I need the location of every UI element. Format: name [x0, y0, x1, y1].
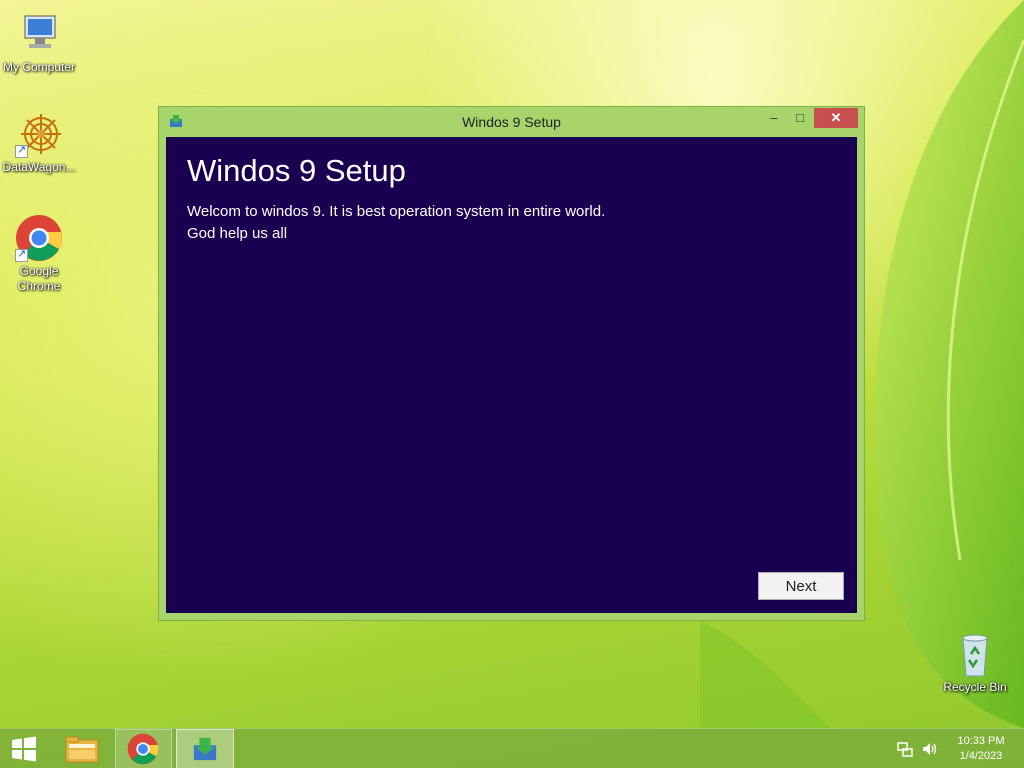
next-button[interactable]: Next: [758, 572, 844, 600]
setup-content: Windos 9 Setup Welcom to windos 9. It is…: [166, 137, 857, 613]
desktop-icon-datawagon[interactable]: DataWagon...: [0, 110, 78, 175]
shortcut-arrow-icon: [15, 143, 28, 158]
start-icon: [12, 736, 36, 762]
title-bar[interactable]: Windos 9 Setup – □ ✕: [159, 107, 864, 137]
desktop-icon-label: Google Chrome: [17, 264, 61, 293]
network-icon[interactable]: [897, 741, 913, 757]
datawagon-icon: [15, 110, 63, 158]
desktop-icon-recycle-bin[interactable]: Recycle Bin: [936, 630, 1014, 695]
chrome-icon: [15, 214, 63, 262]
computer-icon: [15, 10, 63, 58]
minimize-button[interactable]: –: [761, 108, 787, 128]
clock-time: 10:33 PM: [957, 735, 1005, 747]
taskbar-file-explorer[interactable]: [58, 729, 106, 768]
clock-date: 1/4/2023: [959, 750, 1003, 762]
desktop-icon-my-computer[interactable]: My Computer: [0, 10, 78, 75]
maximize-button[interactable]: □: [787, 108, 813, 128]
shortcut-arrow-icon: [15, 247, 28, 262]
desktop-icon-label: Recycle Bin: [943, 680, 1007, 694]
system-clock[interactable]: 10:33 PM 1/4/2023: [948, 734, 1014, 764]
chrome-icon: [127, 733, 159, 765]
setup-heading: Windos 9 Setup: [187, 153, 406, 188]
close-button[interactable]: ✕: [814, 108, 858, 128]
file-explorer-icon: [65, 736, 99, 763]
subtitle-text: God help us all: [187, 225, 288, 242]
desktop-icon-google-chrome[interactable]: Google Chrome: [0, 214, 78, 294]
welcome-text: Welcom to windos 9. It is best operation…: [187, 203, 606, 220]
taskbar: 10:33 PM 1/4/2023: [0, 728, 1024, 768]
taskbar-setup[interactable]: [176, 729, 234, 768]
taskbar-chrome[interactable]: [115, 729, 172, 768]
desktop-icon-label: My Computer: [2, 60, 76, 74]
recycle-bin-icon: [951, 630, 999, 678]
window-title: Windos 9 Setup: [462, 114, 561, 130]
setup-window: Windos 9 Setup – □ ✕ Windos 9 Setup Welc…: [158, 106, 865, 621]
setup-app-icon: [193, 737, 217, 761]
start-button[interactable]: [0, 729, 48, 768]
desktop-icon-label: DataWagon...: [2, 160, 76, 174]
volume-icon[interactable]: [921, 741, 939, 757]
